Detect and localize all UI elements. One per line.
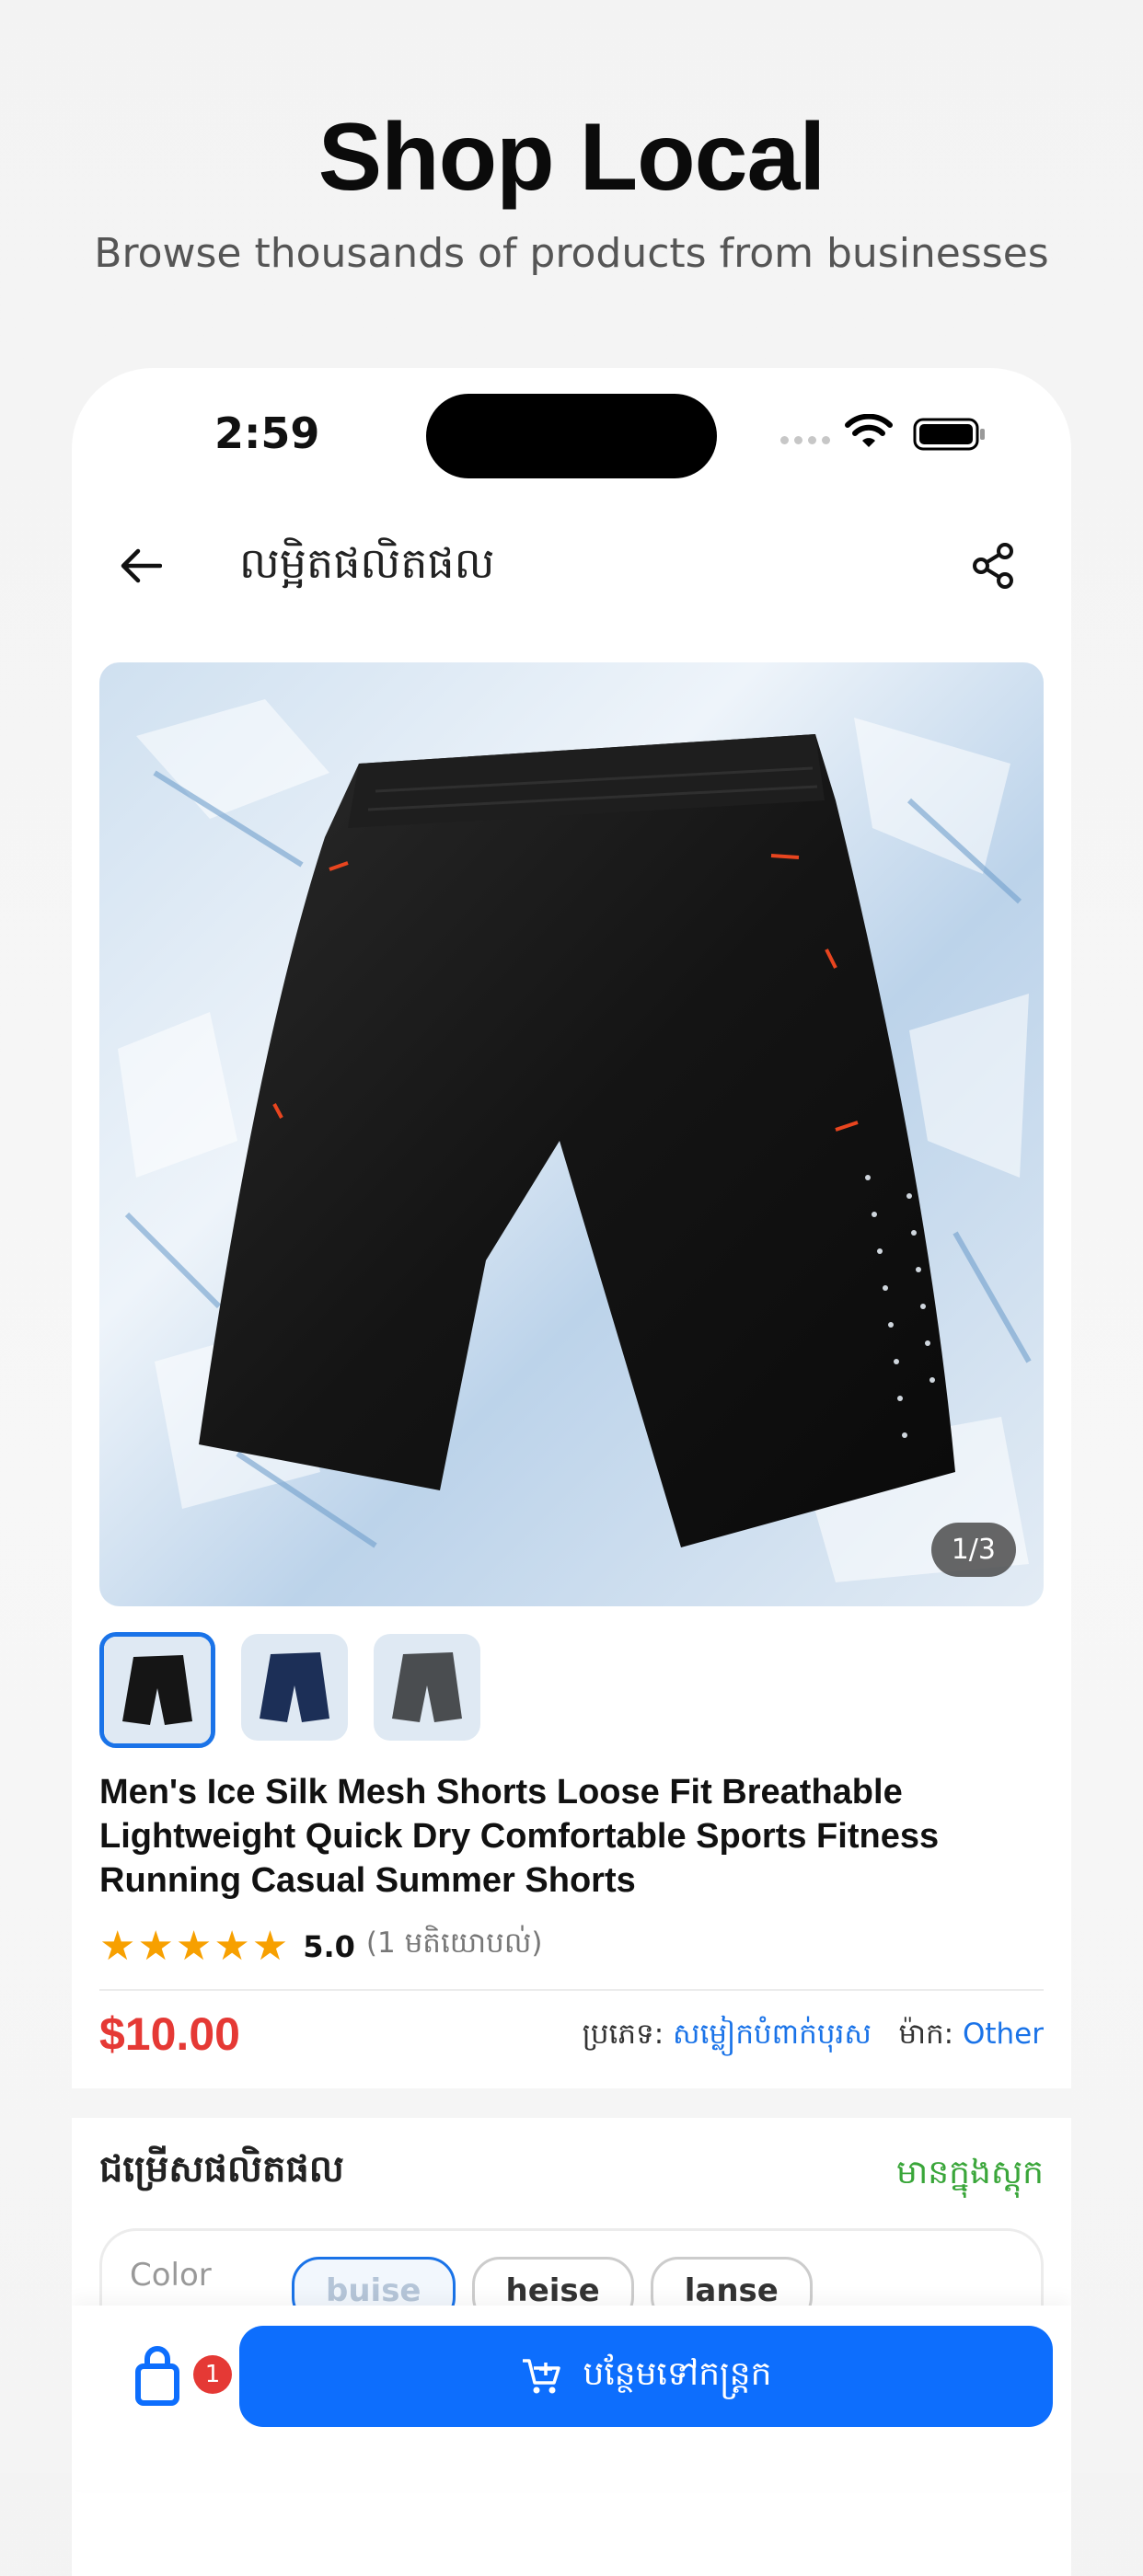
product-meta: ប្រភេទ: សម្លៀកបំពាក់បុរស ម៉ាក: Other [583,2017,1044,2058]
add-to-cart-button[interactable]: បន្ថែមទៅកន្ត្រក [239,2326,1053,2427]
add-to-cart-label: បន្ថែមទៅកន្ត្រក [583,2354,772,2393]
cart-badge: 1 [193,2355,232,2394]
star-icon: ★★★★★ [99,1924,291,1969]
status-time: 2:59 [214,408,320,458]
product-image[interactable]: 1/3 [99,662,1044,1606]
cart-button[interactable]: 1 [116,2331,232,2414]
dynamic-island [426,394,717,478]
share-button[interactable] [961,534,1025,598]
product-title: Men's Ice Silk Mesh Shorts Loose Fit Bre… [99,1773,940,1900]
rating-value: 5.0 [303,1928,355,1964]
hero-subtitle: Browse thousands of products from busine… [94,230,1049,277]
hero-title: Shop Local [318,104,826,211]
add-cart-icon [522,2359,560,2394]
battery-icon [913,418,985,451]
product-price: $10.00 [99,2008,240,2060]
shorts-image [99,662,1044,1606]
thumbnail-gray[interactable] [374,1634,480,1741]
back-button[interactable] [109,534,173,598]
brand-link[interactable]: Other [963,2018,1044,2051]
phone-frame: 2:59 លម្អិតផលិតផល 1/3 Men's Ice Silk Mes… [72,368,1071,2576]
share-icon [973,543,1013,589]
category-label: ប្រភេទ: [582,2018,664,2051]
category-link[interactable]: សម្លៀកបំពាក់បុរស [673,2018,872,2051]
signal-icon [780,436,830,444]
image-counter: 1/3 [930,1523,1016,1577]
stock-status: មានក្នុងស្តុក [896,2154,1044,2191]
options-title: ជម្រើសផលិតផល [99,2148,344,2191]
thumbnail-black[interactable] [99,1632,215,1748]
arrow-left-icon [121,548,162,583]
brand-label: ម៉ាក: [898,2018,954,2051]
bottom-bar: 1 បន្ថែមទៅកន្ត្រក [72,2306,1071,2490]
thumbnail-strip [99,1632,480,1748]
rating-count[interactable]: (1 មតិយោបល់) [366,1926,543,1967]
thumbnail-navy[interactable] [241,1634,348,1741]
divider [99,1989,1044,1991]
page-title: លម្អិតផលិតផល [239,538,495,588]
shopping-bag-icon [135,2346,179,2406]
rating-row: ★★★★★ 5.0 (1 មតិយោបល់) [99,1923,542,1970]
color-label: Color [130,2257,212,2294]
wifi-icon [845,414,893,447]
top-nav: លម្អិតផលិតផល [72,506,1071,616]
section-separator [72,2088,1071,2118]
